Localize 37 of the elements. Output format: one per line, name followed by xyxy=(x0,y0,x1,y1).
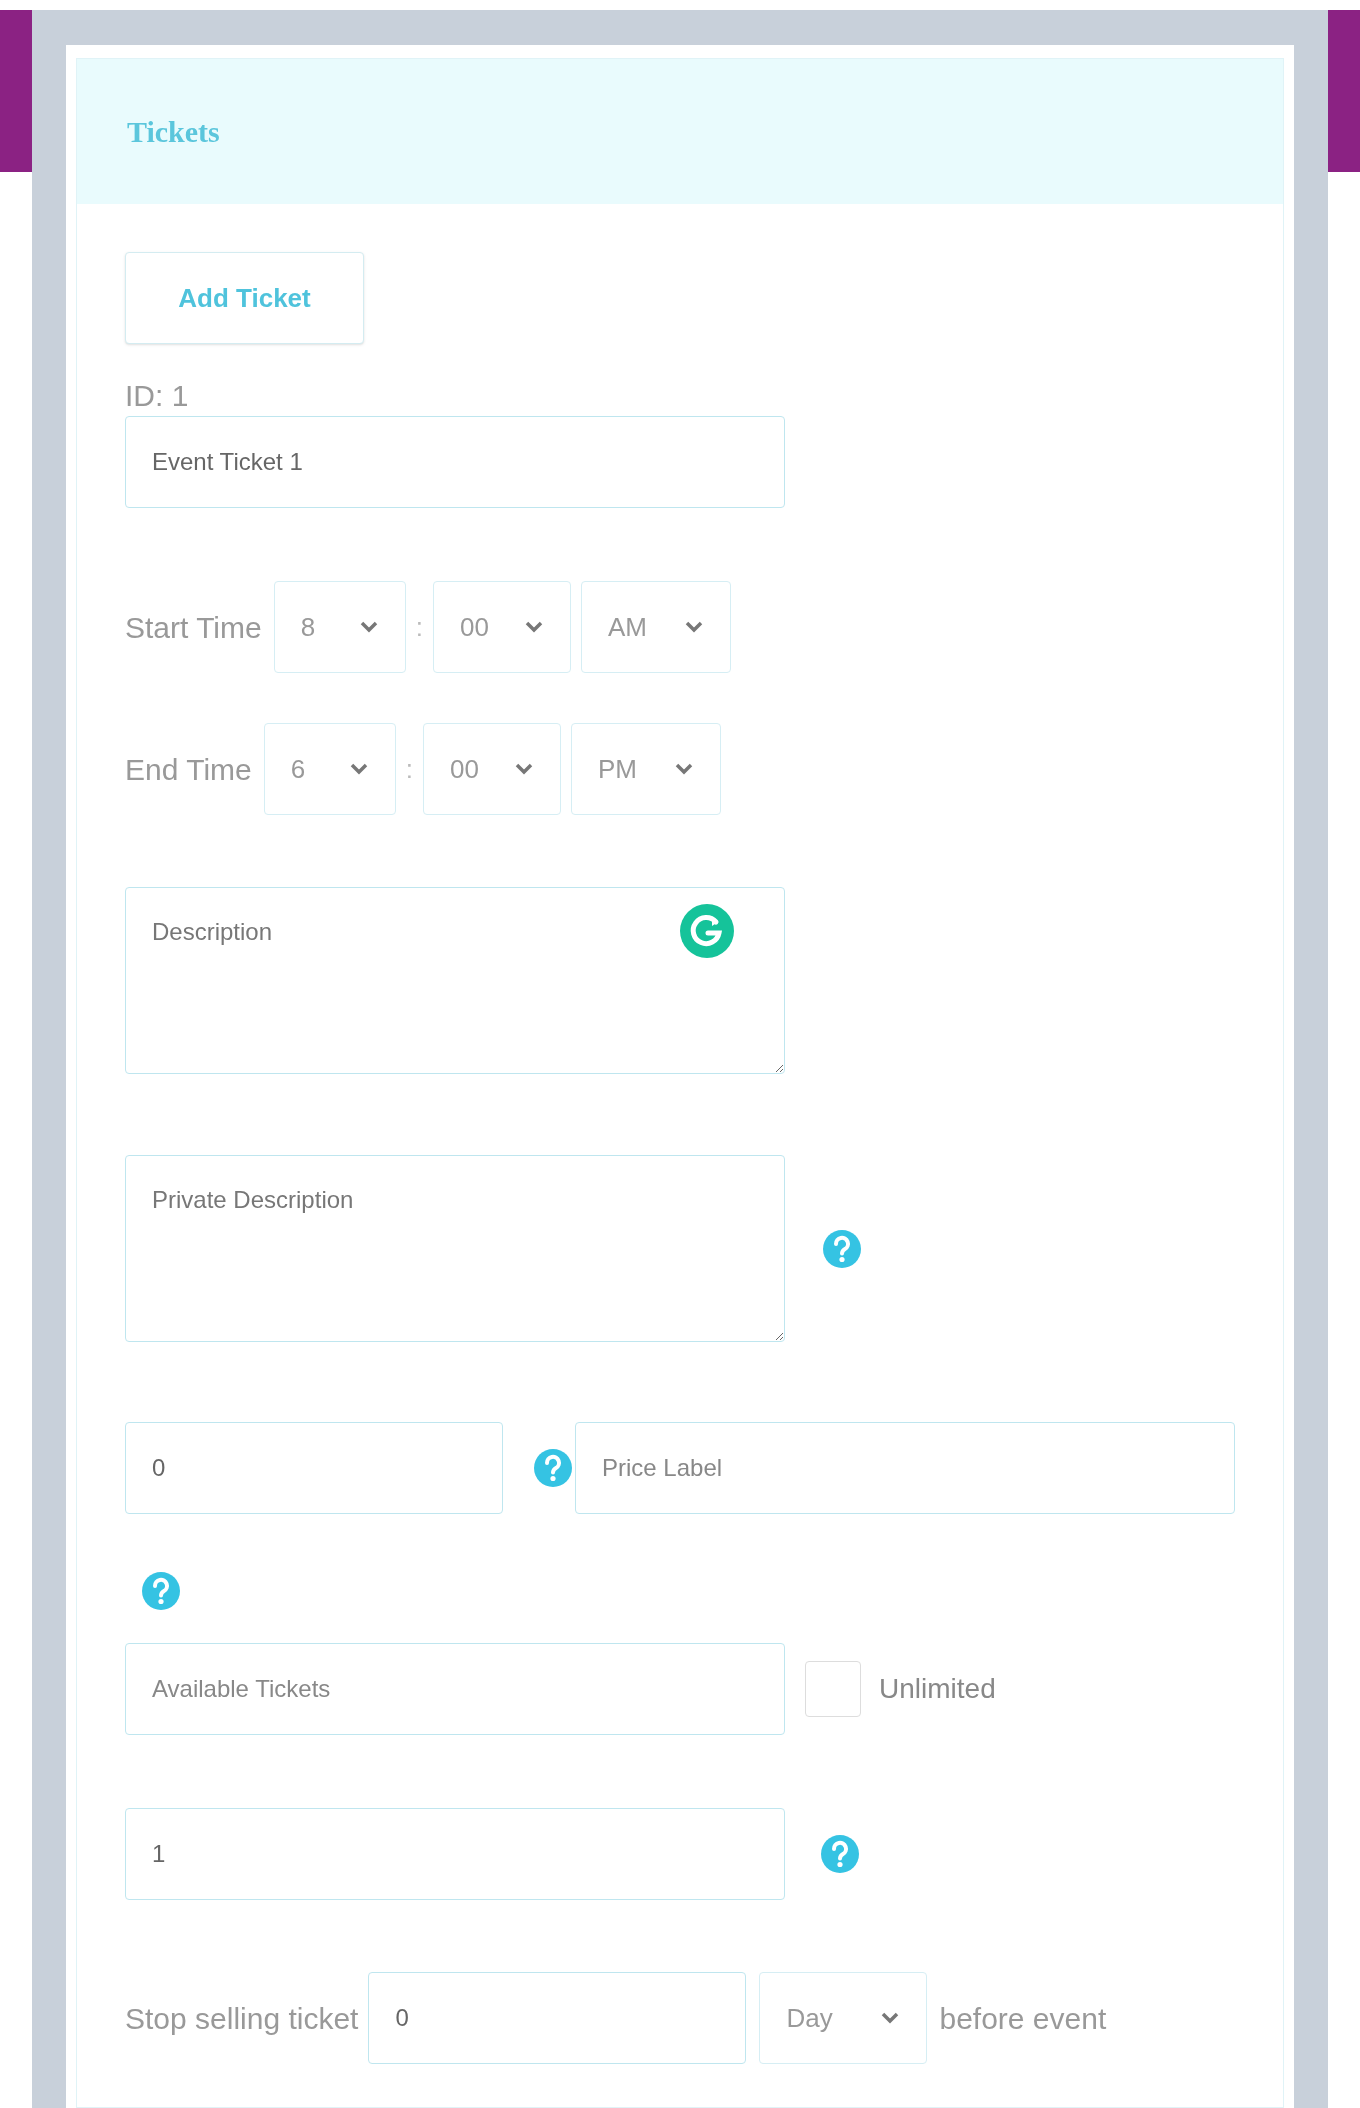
description-field[interactable]: Description xyxy=(125,887,785,1074)
unlimited-checkbox[interactable] xyxy=(805,1661,861,1717)
chevron-down-icon xyxy=(523,620,544,634)
dropdown[interactable]: 00 xyxy=(432,581,571,673)
chevron-down-icon xyxy=(880,2011,901,2025)
time-label: Start Time xyxy=(125,609,262,646)
time-separator: : xyxy=(405,752,413,786)
stop-selling-label: Stop selling ticket xyxy=(125,2000,359,2037)
chevron-down-icon xyxy=(683,620,704,634)
add-ticket-button[interactable]: Add Ticket xyxy=(125,252,364,344)
help-icon[interactable] xyxy=(141,1571,181,1611)
ticket-id: ID: 1 xyxy=(125,378,190,414)
price-field[interactable]: 0 xyxy=(125,1422,503,1514)
price-label-field[interactable]: Price Label xyxy=(575,1422,1235,1514)
chevron-down-icon xyxy=(673,762,694,776)
dropdown[interactable]: PM xyxy=(570,723,721,815)
dropdown[interactable]: 6 xyxy=(263,723,396,815)
before-event-label: before event xyxy=(939,2000,1107,2037)
dropdown[interactable]: 8 xyxy=(273,581,406,673)
stop-selling-field[interactable]: 0 xyxy=(368,1972,747,2064)
time-label: End Time xyxy=(125,751,252,788)
unlimited-label: Unlimited xyxy=(879,1672,996,1706)
time-separator: : xyxy=(415,610,423,644)
private-description-field[interactable]: Private Description xyxy=(125,1155,785,1342)
help-icon[interactable] xyxy=(820,1834,860,1874)
dropdown[interactable]: AM xyxy=(580,581,731,673)
help-icon[interactable] xyxy=(533,1448,573,1488)
dropdown[interactable]: Day xyxy=(759,1972,928,2064)
help-icon[interactable] xyxy=(822,1228,862,1269)
available-tickets-field[interactable]: Available Tickets xyxy=(125,1643,785,1735)
dropdown[interactable]: 00 xyxy=(422,723,561,815)
quantity-field[interactable]: 1 xyxy=(125,1808,785,1900)
chevron-down-icon xyxy=(348,762,369,776)
ticket-name-field[interactable]: Event Ticket 1 xyxy=(125,416,785,508)
chevron-down-icon xyxy=(513,762,534,776)
chevron-down-icon xyxy=(358,620,379,634)
panel-title: Tickets xyxy=(127,114,220,150)
